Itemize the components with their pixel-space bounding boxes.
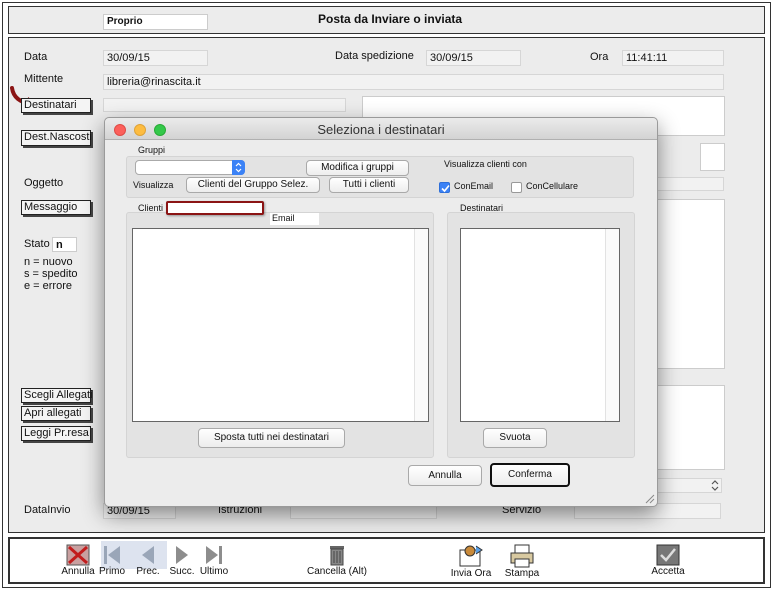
svuota-button[interactable]: Svuota [483, 428, 547, 448]
tutti-clienti-button[interactable]: Tutti i clienti [329, 177, 409, 193]
toolbar-accetta[interactable]: Accetta [638, 540, 698, 577]
select-stepper-icon[interactable] [709, 479, 721, 492]
destinatari-label: Destinatari [460, 203, 504, 213]
legend-nuovo: n = nuovo [24, 256, 73, 268]
email-label: Email [272, 213, 295, 223]
scrollbar[interactable] [605, 229, 619, 421]
trash-icon [330, 546, 344, 566]
select-recipients-dialog: Seleziona i destinatari Gruppi Modifica … [104, 117, 658, 507]
dialog-title: Seleziona i destinatari [317, 122, 445, 137]
annulla-button[interactable]: Annulla [408, 465, 482, 486]
concellulare-checkbox[interactable] [511, 182, 522, 193]
clienti-search-input[interactable] [166, 201, 264, 215]
send-icon [459, 545, 483, 567]
clienti-list[interactable] [132, 228, 429, 422]
messaggio-button[interactable]: Messaggio [21, 200, 91, 215]
mittente-field[interactable]: libreria@rinascita.it [103, 74, 724, 90]
ora-label: Ora [590, 51, 609, 63]
toolbar-stampa-label: Stampa [504, 568, 540, 579]
last-icon [206, 546, 222, 564]
scrollbar[interactable] [414, 229, 428, 421]
toolbar-cancella-label: Cancella (Alt) [306, 566, 368, 577]
printer-icon [510, 544, 534, 568]
destinatari-button[interactable]: Destinatari [21, 98, 91, 113]
scegli-allegati-button[interactable]: Scegli Allegati [21, 388, 93, 403]
select-stepper-icon[interactable] [232, 160, 245, 175]
visualizza-clienti-con-label: Visualizza clienti con [444, 159, 527, 169]
data-label: Data [24, 51, 48, 63]
conferma-button[interactable]: Conferma [490, 463, 570, 487]
sposta-tutti-button[interactable]: Sposta tutti nei destinatari [198, 428, 345, 448]
toolbar-cancella[interactable]: Cancella (Alt) [300, 540, 374, 577]
stato-label: Stato [24, 238, 50, 250]
page-title: Posta da Inviare o inviata [318, 12, 463, 26]
clienti-gruppo-button[interactable]: Clienti del Gruppo Selez. [186, 177, 320, 193]
apri-allegati-button[interactable]: Apri allegati [21, 406, 91, 421]
visualizza-label: Visualizza [133, 180, 174, 190]
accept-icon [656, 544, 680, 566]
dest-nascosti-button[interactable]: Dest.Nascosti [21, 130, 92, 146]
oggetto-label: Oggetto [24, 177, 64, 189]
data-spedizione-field[interactable]: 30/09/15 [426, 50, 521, 66]
conemail-label: ConEmail [454, 181, 494, 191]
toolbar-accetta-label: Accetta [651, 566, 685, 577]
toolbar-ultimo[interactable]: Ultimo [184, 540, 244, 577]
gruppi-select[interactable] [135, 160, 245, 175]
legend-errore: e = errore [24, 280, 72, 292]
dest-nascosti-text-area[interactable] [700, 143, 725, 171]
oggetto-field[interactable] [650, 177, 724, 191]
messaggio-text-area[interactable] [650, 199, 725, 369]
concellulare-label: ConCellulare [526, 181, 579, 191]
gruppi-label: Gruppi [138, 145, 166, 155]
allegati-list[interactable] [650, 385, 725, 470]
legend-spedito: s = spedito [24, 268, 78, 280]
type-field[interactable]: Proprio [103, 14, 208, 30]
stato-field[interactable]: n [52, 237, 77, 252]
destinatari-list[interactable] [460, 228, 620, 422]
resize-grip-icon[interactable] [643, 492, 655, 504]
modifica-gruppi-button[interactable]: Modifica i gruppi [306, 160, 409, 176]
ora-field[interactable]: 11:41:11 [622, 50, 724, 66]
toolbar-ultimo-label: Ultimo [199, 566, 229, 577]
data-spedizione-label: Data spedizione [335, 50, 414, 62]
leggi-prresa-button[interactable]: Leggi Pr.resa [21, 426, 91, 441]
datainvio-label: DataInvio [24, 504, 71, 516]
data-field[interactable]: 30/09/15 [103, 50, 208, 66]
conemail-checkbox[interactable] [439, 182, 450, 193]
destinatari-field[interactable] [103, 98, 346, 112]
clienti-label: Clienti [138, 203, 164, 213]
toolbar-stampa[interactable]: Stampa [492, 540, 552, 579]
